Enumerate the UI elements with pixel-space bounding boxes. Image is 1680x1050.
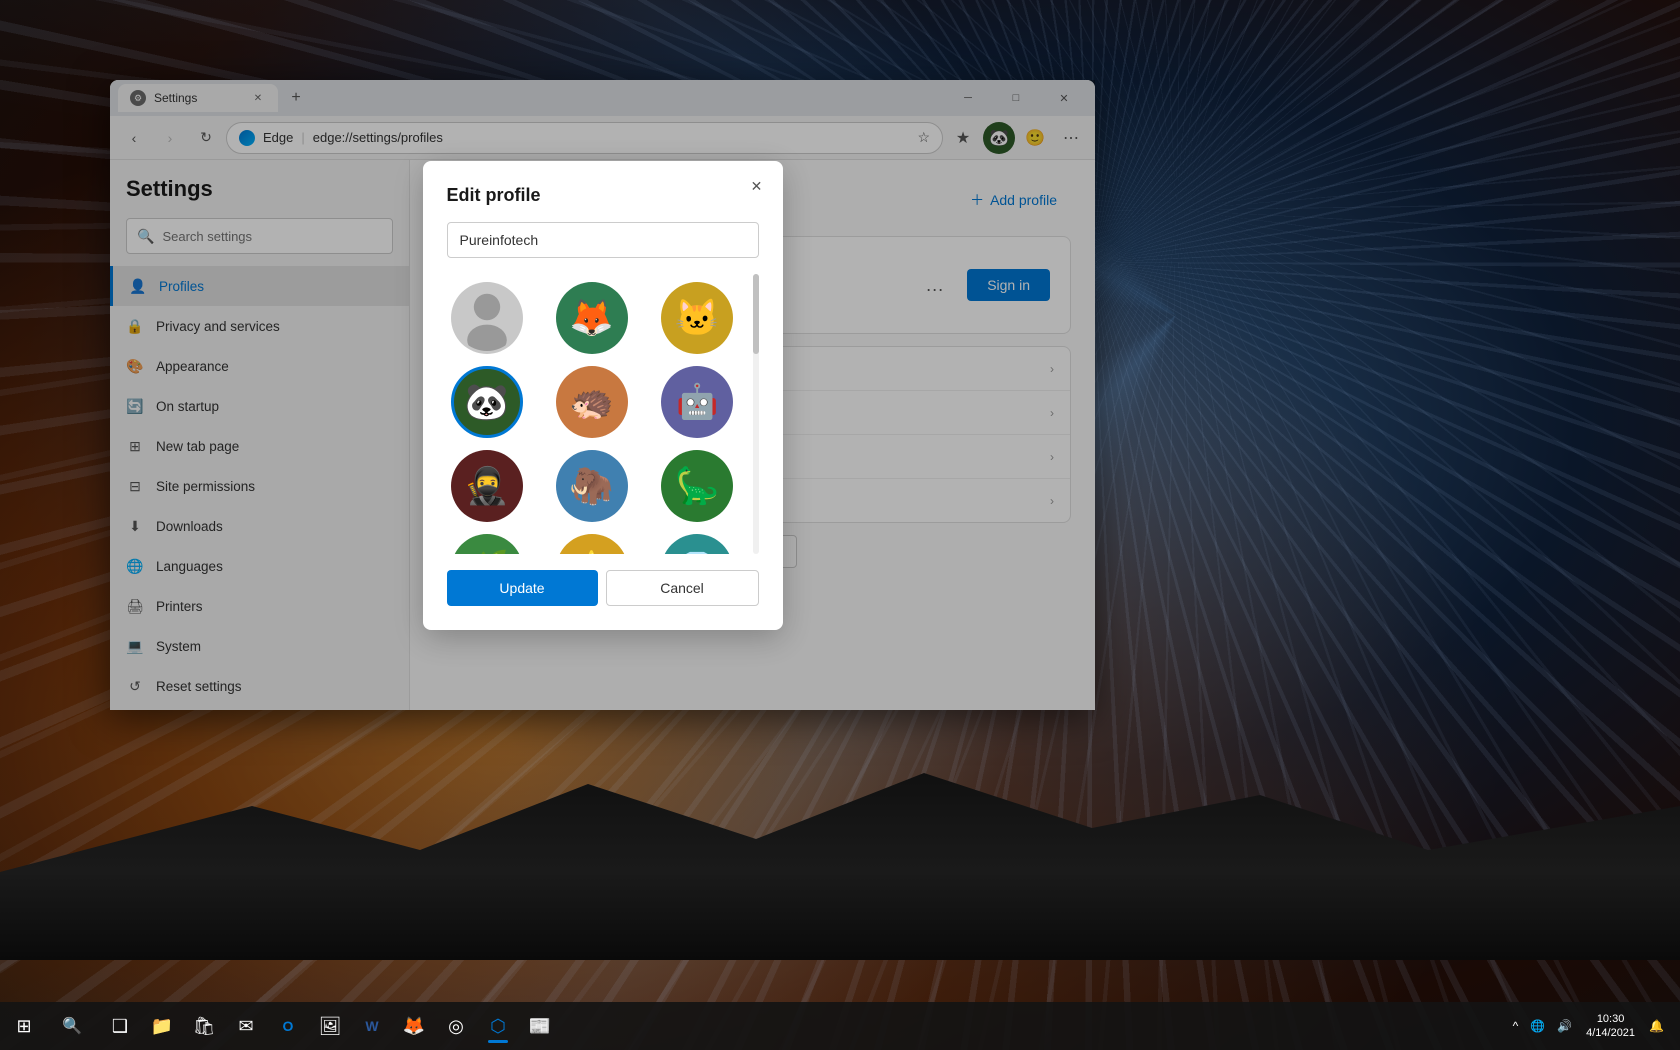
avatar-dino[interactable]: 🦕 [661, 450, 733, 522]
search-button[interactable]: 🔍 [46, 1010, 98, 1042]
avatar-extra1[interactable]: 🌿 [451, 534, 523, 554]
modal-close-button[interactable]: ✕ [743, 173, 771, 201]
avatar-default[interactable] [451, 282, 523, 354]
system-tray: ^ 🌐 🔊 10:30 4/14/2021 🔔 [1509, 1006, 1676, 1046]
word-button[interactable]: W [352, 1006, 392, 1046]
avatar-yeti[interactable]: 🦣 [556, 450, 628, 522]
avatar-grid: 🦊 🐱 🐼 🦔 🤖 [447, 274, 759, 554]
avatar-dog-green[interactable]: 🦊 [556, 282, 628, 354]
store-button[interactable]: 🛍 [184, 1006, 224, 1046]
avatar-robot[interactable]: 🤖 [661, 366, 733, 438]
taskbar-clock[interactable]: 10:30 4/14/2021 [1580, 1012, 1641, 1041]
network-button[interactable]: 🌐 [1526, 1006, 1549, 1046]
modal-overlay[interactable]: ✕ Edit profile 🦊 [110, 80, 1095, 710]
profile-name-input[interactable] [447, 222, 759, 258]
modal-title: Edit profile [447, 185, 759, 206]
firefox-button[interactable]: 🦊 [394, 1006, 434, 1046]
outlook-button[interactable]: O [268, 1006, 308, 1046]
avatar-extra2[interactable]: 🌟 [556, 534, 628, 554]
avatar-panda[interactable]: 🐼 [451, 366, 523, 438]
photos-button[interactable]: 🖼 [310, 1006, 350, 1046]
notifications-button[interactable]: 🔔 [1645, 1006, 1668, 1046]
news-button[interactable]: 📰 [520, 1006, 560, 1046]
mail-button[interactable]: ✉ [226, 1006, 266, 1046]
avatar-cat-yellow[interactable]: 🐱 [661, 282, 733, 354]
clock-date: 4/14/2021 [1586, 1026, 1635, 1040]
cancel-button[interactable]: Cancel [606, 570, 759, 606]
edit-profile-modal: ✕ Edit profile 🦊 [423, 161, 783, 630]
volume-button[interactable]: 🔊 [1553, 1006, 1576, 1046]
clock-time: 10:30 [1586, 1012, 1635, 1026]
avatar-hedgehog[interactable]: 🦔 [556, 366, 628, 438]
taskbar: ⊞ 🔍 ❑ 📁 🛍 ✉ O 🖼 W 🦊 ◎ ⬡ 📰 ^ 🌐 🔊 10:30 4/… [0, 1002, 1680, 1050]
avatar-grid-wrapper: 🦊 🐱 🐼 🦔 🤖 [447, 274, 759, 554]
start-button[interactable]: ⊞ [4, 1006, 44, 1046]
update-button[interactable]: Update [447, 570, 598, 606]
task-view-button[interactable]: ❑ [100, 1006, 140, 1046]
edge-button[interactable]: ⬡ [478, 1006, 518, 1046]
chrome-button[interactable]: ◎ [436, 1006, 476, 1046]
avatar-extra3[interactable]: 💎 [661, 534, 733, 554]
avatar-ninja[interactable]: 🥷 [451, 450, 523, 522]
scroll-bar[interactable] [753, 274, 759, 554]
modal-buttons: Update Cancel [447, 570, 759, 606]
scroll-thumb[interactable] [753, 274, 759, 354]
tray-overflow-button[interactable]: ^ [1509, 1006, 1523, 1046]
file-explorer-button[interactable]: 📁 [142, 1006, 182, 1046]
browser-window: ⚙ Settings ✕ + ─ □ ✕ ‹ › ↻ Edge | edge:/… [110, 80, 1095, 710]
